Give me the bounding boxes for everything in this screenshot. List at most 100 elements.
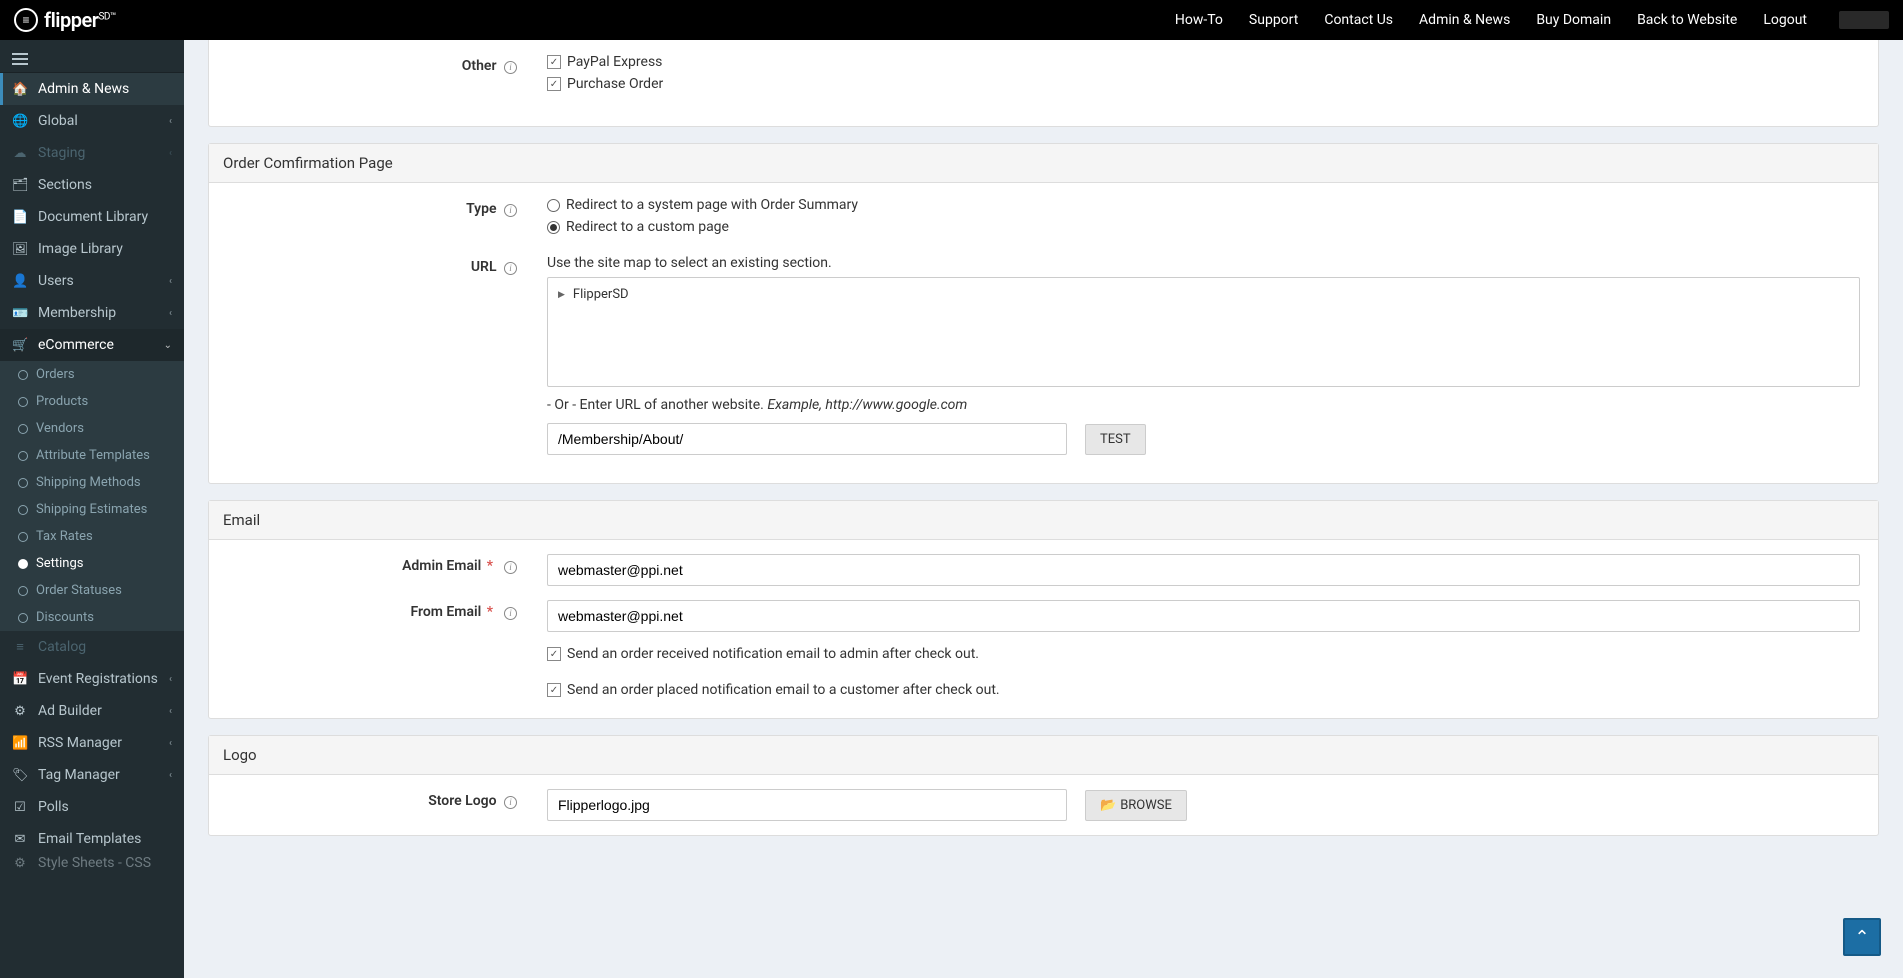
nav-support[interactable]: Support xyxy=(1249,12,1298,28)
top-links: How-To Support Contact Us Admin & News B… xyxy=(1175,11,1889,29)
radio-system-page[interactable] xyxy=(547,199,560,212)
test-button[interactable]: TEST xyxy=(1085,424,1146,455)
label-paypal-express: PayPal Express xyxy=(567,54,662,70)
input-from-email[interactable] xyxy=(547,600,1860,632)
sidebar-item-global[interactable]: 🌐Global ‹ xyxy=(0,105,184,137)
chevron-left-icon: ‹ xyxy=(169,148,172,159)
panel-order-confirmation: Order Comfirmation Page Type i Redirect … xyxy=(208,143,1879,484)
sub-vendors[interactable]: Vendors xyxy=(0,415,184,442)
ecommerce-submenu: Orders Products Vendors Attribute Templa… xyxy=(0,361,184,631)
publisher-logo xyxy=(1839,11,1889,29)
top-navbar: ≡ flipperSD™ How-To Support Contact Us A… xyxy=(0,0,1903,40)
cloud-icon: ☁ xyxy=(12,146,28,161)
sidebar: 🏠Admin & News 🌐Global ‹ ☁Staging ‹ 🗂Sect… xyxy=(0,40,184,978)
input-store-logo[interactable] xyxy=(547,789,1067,821)
image-icon: 🖼 xyxy=(12,242,28,257)
sidebar-item-style-sheets[interactable]: ⚙Style Sheets - CSS xyxy=(0,855,184,871)
info-icon[interactable]: i xyxy=(504,204,517,217)
chevron-up-icon: ⌃ xyxy=(1854,927,1869,948)
logo-text: flipperSD™ xyxy=(44,8,116,32)
site-map-tree[interactable]: ▶ FlipperSD xyxy=(547,277,1860,387)
sidebar-item-catalog[interactable]: ≡Catalog xyxy=(0,631,184,663)
label-notify-admin: Send an order received notification emai… xyxy=(567,646,979,662)
main-content: Other i PayPal Express Purchase Order xyxy=(184,40,1903,978)
sub-order-statuses[interactable]: Order Statuses xyxy=(0,577,184,604)
scroll-to-top-button[interactable]: ⌃ xyxy=(1843,918,1881,956)
sidebar-item-membership[interactable]: 🪪Membership ‹ xyxy=(0,297,184,329)
hint-or-enter-url: - Or - Enter URL of another website. Exa… xyxy=(547,397,1860,413)
sidebar-item-tag-manager[interactable]: 🏷Tag Manager ‹ xyxy=(0,759,184,791)
chevron-down-icon: ⌄ xyxy=(164,340,172,351)
info-icon[interactable]: i xyxy=(504,607,517,620)
sub-products[interactable]: Products xyxy=(0,388,184,415)
label-from-email: From Email * i xyxy=(227,600,547,620)
sidebar-item-ecommerce[interactable]: 🛒eCommerce ⌄ xyxy=(0,329,184,361)
nav-admin-news[interactable]: Admin & News xyxy=(1419,12,1510,28)
input-admin-email[interactable] xyxy=(547,554,1860,586)
sidebar-item-users[interactable]: 👤Users ‹ xyxy=(0,265,184,297)
info-icon[interactable]: i xyxy=(504,561,517,574)
sidebar-item-sections[interactable]: 🗂Sections xyxy=(0,169,184,201)
label-type: Type i xyxy=(227,197,547,217)
hint-site-map: Use the site map to select an existing s… xyxy=(547,255,1860,271)
label-store-logo: Store Logo i xyxy=(227,789,547,809)
sidebar-item-staging[interactable]: ☁Staging ‹ xyxy=(0,137,184,169)
info-icon[interactable]: i xyxy=(504,796,517,809)
sub-attribute-templates[interactable]: Attribute Templates xyxy=(0,442,184,469)
sub-settings[interactable]: Settings xyxy=(0,550,184,577)
panel-logo: Logo Store Logo i 📂BROWSE xyxy=(208,735,1879,836)
nav-buy-domain[interactable]: Buy Domain xyxy=(1536,12,1611,28)
info-icon[interactable]: i xyxy=(504,61,517,74)
radio-custom-page[interactable] xyxy=(547,221,560,234)
nav-contact-us[interactable]: Contact Us xyxy=(1324,12,1393,28)
sub-orders[interactable]: Orders xyxy=(0,361,184,388)
check-icon: ☑ xyxy=(12,800,28,815)
label-other: Other i xyxy=(227,54,547,74)
sidebar-item-email-templates[interactable]: ✉Email Templates xyxy=(0,823,184,855)
nav-back-to-website[interactable]: Back to Website xyxy=(1637,12,1737,28)
home-icon: 🏠 xyxy=(12,82,28,97)
sidebar-item-ad-builder[interactable]: ⚙Ad Builder ‹ xyxy=(0,695,184,727)
sections-icon: 🗂 xyxy=(12,178,28,193)
id-card-icon: 🪪 xyxy=(12,306,28,321)
sidebar-item-document-library[interactable]: 📄Document Library xyxy=(0,201,184,233)
rss-icon: 📶 xyxy=(12,736,28,751)
chevron-left-icon: ‹ xyxy=(169,770,172,781)
sidebar-item-admin-news[interactable]: 🏠Admin & News xyxy=(0,73,184,105)
label-url: URL i xyxy=(227,255,547,275)
nav-logout[interactable]: Logout xyxy=(1763,12,1807,28)
checkbox-notify-customer[interactable] xyxy=(547,683,561,697)
envelope-icon: ✉ xyxy=(12,832,28,847)
nav-how-to[interactable]: How-To xyxy=(1175,12,1223,28)
tree-root-node[interactable]: ▶ FlipperSD xyxy=(558,284,1849,305)
sidebar-item-image-library[interactable]: 🖼Image Library xyxy=(0,233,184,265)
label-radio-system-page: Redirect to a system page with Order Sum… xyxy=(566,197,858,213)
label-notify-customer: Send an order placed notification email … xyxy=(567,682,1000,698)
document-icon: 📄 xyxy=(12,210,28,225)
globe-icon: 🌐 xyxy=(12,114,28,129)
checkbox-purchase-order[interactable] xyxy=(547,77,561,91)
label-purchase-order: Purchase Order xyxy=(567,76,663,92)
sub-shipping-estimates[interactable]: Shipping Estimates xyxy=(0,496,184,523)
folder-icon: 📂 xyxy=(1100,798,1116,813)
sidebar-item-polls[interactable]: ☑Polls xyxy=(0,791,184,823)
panel-payment-other: Other i PayPal Express Purchase Order xyxy=(208,40,1879,127)
brand-logo[interactable]: ≡ flipperSD™ xyxy=(14,8,116,32)
sidebar-item-event-registrations[interactable]: 📅Event Registrations ‹ xyxy=(0,663,184,695)
checkbox-notify-admin[interactable] xyxy=(547,647,561,661)
checkbox-paypal-express[interactable] xyxy=(547,55,561,69)
chevron-left-icon: ‹ xyxy=(169,674,172,685)
chevron-left-icon: ‹ xyxy=(169,706,172,717)
input-redirect-url[interactable] xyxy=(547,423,1067,455)
sidebar-toggle[interactable] xyxy=(0,40,184,73)
sidebar-item-rss-manager[interactable]: 📶RSS Manager ‹ xyxy=(0,727,184,759)
info-icon[interactable]: i xyxy=(504,262,517,275)
tree-caret-icon[interactable]: ▶ xyxy=(558,290,565,300)
cart-icon: 🛒 xyxy=(12,338,28,353)
sub-discounts[interactable]: Discounts xyxy=(0,604,184,631)
sub-tax-rates[interactable]: Tax Rates xyxy=(0,523,184,550)
chevron-left-icon: ‹ xyxy=(169,276,172,287)
browse-button[interactable]: 📂BROWSE xyxy=(1085,790,1187,821)
label-admin-email: Admin Email * i xyxy=(227,554,547,574)
sub-shipping-methods[interactable]: Shipping Methods xyxy=(0,469,184,496)
